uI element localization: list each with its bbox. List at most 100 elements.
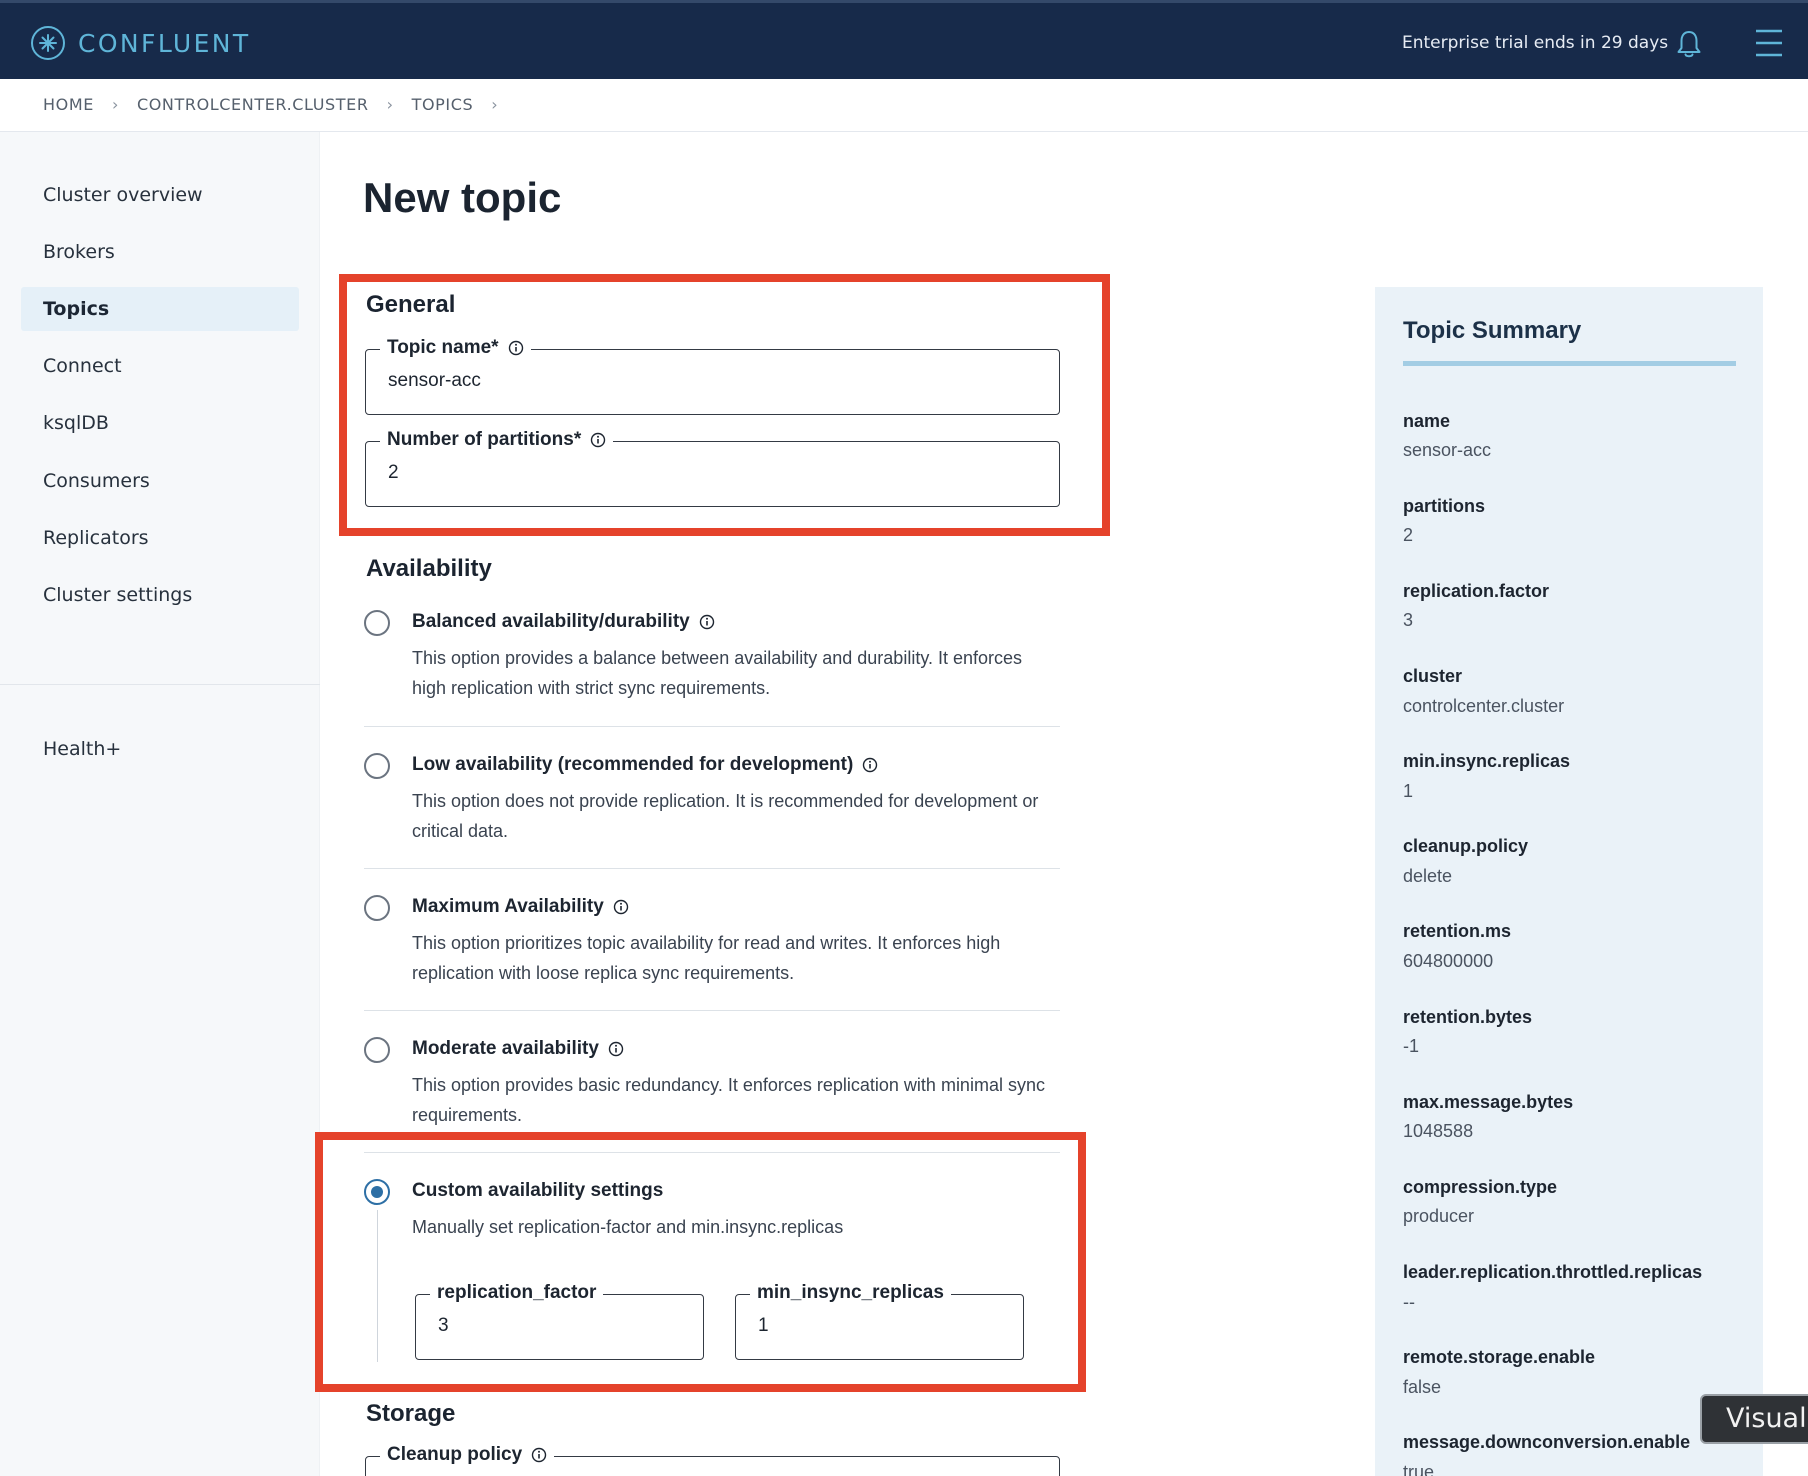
option-moderate[interactable]: Moderate availability This option provid… xyxy=(364,1037,1060,1137)
option-description: Manually set replication-factor and min.… xyxy=(412,1217,844,1237)
cleanup-policy-label: Cleanup policy xyxy=(387,1444,523,1465)
sidebar-item-cluster-settings[interactable]: Cluster settings xyxy=(21,573,299,617)
summary-key: message.downconversion.enable xyxy=(1403,1432,1691,1452)
partitions-input[interactable]: 2 xyxy=(388,462,399,484)
option-low[interactable]: Low availability (recommended for develo… xyxy=(364,753,1060,853)
breadcrumb-topics[interactable]: TOPICS xyxy=(412,95,474,114)
confluent-logo[interactable]: CONFLUENT xyxy=(30,25,251,61)
summary-value: 604800000 xyxy=(1403,951,1494,971)
visual-button[interactable]: Visual xyxy=(1700,1394,1808,1444)
summary-key: remote.storage.enable xyxy=(1403,1347,1596,1367)
topic-name-label-wrap: Topic name* xyxy=(380,337,531,359)
replication-factor-input[interactable]: 3 xyxy=(438,1315,449,1337)
summary-key: partitions xyxy=(1403,496,1486,516)
option-description: This option provides basic redundancy. I… xyxy=(412,1075,1045,1125)
summary-key: replication.factor xyxy=(1403,581,1550,601)
sidebar-item-ksqldb[interactable]: ksqlDB xyxy=(21,401,299,445)
option-balanced[interactable]: Balanced availability/durability This op… xyxy=(364,610,1060,710)
option-title: Custom availability settings xyxy=(412,1180,664,1201)
option-title: Low availability (recommended for develo… xyxy=(412,754,854,775)
summary-value: 3 xyxy=(1403,610,1414,630)
topic-name-input[interactable]: sensor-acc xyxy=(388,370,481,392)
breadcrumb-cluster[interactable]: CONTROLCENTER.CLUSTER xyxy=(137,95,369,114)
option-title: Moderate availability xyxy=(412,1038,599,1059)
sidebar-item-health-plus[interactable]: Health+ xyxy=(21,727,299,771)
info-icon[interactable] xyxy=(862,757,878,773)
availability-heading: Availability xyxy=(366,555,492,582)
info-icon[interactable] xyxy=(613,899,629,915)
summary-value: 2 xyxy=(1403,525,1414,545)
summary-value: 1048588 xyxy=(1403,1121,1474,1141)
option-description: This option does not provide replication… xyxy=(412,791,1039,841)
option-divider xyxy=(364,1152,1060,1153)
summary-value: producer xyxy=(1403,1206,1475,1226)
min-insync-replicas-input[interactable]: 1 xyxy=(758,1315,769,1337)
summary-title: Topic Summary xyxy=(1403,317,1582,344)
sidebar-item-cluster-overview[interactable]: Cluster overview xyxy=(21,173,299,217)
option-custom[interactable]: Custom availability settings Manually se… xyxy=(364,1179,1060,1249)
info-icon[interactable] xyxy=(608,1041,624,1057)
summary-value: 1 xyxy=(1403,781,1414,801)
radio-low[interactable] xyxy=(364,753,390,779)
page-title: New topic xyxy=(363,174,562,221)
summary-key: compression.type xyxy=(1403,1177,1558,1197)
cleanup-policy-field[interactable]: Cleanup policy xyxy=(365,1444,1060,1476)
topic-name-field[interactable]: Topic name* sensor-acc xyxy=(365,337,1060,415)
trial-notice[interactable]: Enterprise trial ends in 29 days xyxy=(1402,33,1668,53)
min-insync-replicas-field[interactable]: min_insync_replicas 1 xyxy=(735,1282,1024,1360)
partitions-field[interactable]: Number of partitions* 2 xyxy=(365,429,1060,507)
option-title-wrap: Maximum Availability xyxy=(412,896,629,918)
chevron-right-icon: › xyxy=(491,95,499,114)
hamburger-menu-icon[interactable] xyxy=(1756,29,1782,57)
sidebar-item-topics[interactable]: Topics xyxy=(21,287,299,331)
chevron-right-icon: › xyxy=(386,95,394,114)
sidebar-item-consumers[interactable]: Consumers xyxy=(21,459,299,503)
radio-moderate[interactable] xyxy=(364,1037,390,1063)
confluent-logo-icon xyxy=(31,26,65,60)
option-maximum[interactable]: Maximum Availability This option priorit… xyxy=(364,895,1060,995)
summary-value: false xyxy=(1403,1377,1442,1397)
replication-factor-field[interactable]: replication_factor 3 xyxy=(415,1282,704,1360)
topic-summary-panel: Topic Summary name sensor-acc partitions… xyxy=(1375,287,1763,1476)
info-icon[interactable] xyxy=(699,614,715,630)
breadcrumb-home[interactable]: HOME xyxy=(43,95,94,114)
option-title-wrap: Moderate availability xyxy=(412,1038,624,1060)
summary-value: sensor-acc xyxy=(1403,440,1492,460)
option-divider xyxy=(364,868,1060,869)
option-divider xyxy=(364,726,1060,727)
option-title: Maximum Availability xyxy=(412,896,604,917)
chevron-right-icon: › xyxy=(111,95,119,114)
breadcrumb: HOME › CONTROLCENTER.CLUSTER › TOPICS › xyxy=(43,95,516,114)
info-icon[interactable] xyxy=(590,432,606,448)
summary-value: -- xyxy=(1403,1292,1415,1312)
cleanup-policy-label-wrap: Cleanup policy xyxy=(380,1444,555,1466)
summary-key: cluster xyxy=(1403,666,1463,686)
option-description: This option provides a balance between a… xyxy=(412,648,1023,698)
custom-indent-line xyxy=(377,1210,378,1362)
partitions-label: Number of partitions* xyxy=(387,429,582,450)
summary-value: delete xyxy=(1403,866,1453,886)
option-divider xyxy=(364,1010,1060,1011)
sidebar-item-brokers[interactable]: Brokers xyxy=(21,230,299,274)
radio-custom[interactable] xyxy=(364,1179,390,1205)
min-insync-replicas-label: min_insync_replicas xyxy=(750,1282,951,1304)
top-header: CONFLUENT Enterprise trial ends in 29 da… xyxy=(0,0,1808,79)
info-icon[interactable] xyxy=(508,340,524,356)
option-title: Balanced availability/durability xyxy=(412,611,690,632)
summary-value: controlcenter.cluster xyxy=(1403,696,1565,716)
summary-key: cleanup.policy xyxy=(1403,836,1529,856)
summary-key: retention.bytes xyxy=(1403,1007,1533,1027)
sidebar-divider xyxy=(0,684,320,685)
bell-icon[interactable] xyxy=(1675,29,1703,59)
info-icon[interactable] xyxy=(531,1447,547,1463)
radio-maximum[interactable] xyxy=(364,895,390,921)
summary-key: min.insync.replicas xyxy=(1403,751,1571,771)
sidebar-item-replicators[interactable]: Replicators xyxy=(21,516,299,560)
sidebar: Cluster overview Brokers Topics Connect … xyxy=(0,132,320,1476)
replication-factor-label: replication_factor xyxy=(430,1282,604,1304)
sidebar-item-connect[interactable]: Connect xyxy=(21,344,299,388)
radio-balanced[interactable] xyxy=(364,610,390,636)
summary-key: retention.ms xyxy=(1403,921,1512,941)
summary-key: leader.replication.throttled.replicas xyxy=(1403,1262,1703,1282)
option-description: This option prioritizes topic availabili… xyxy=(412,933,1001,983)
